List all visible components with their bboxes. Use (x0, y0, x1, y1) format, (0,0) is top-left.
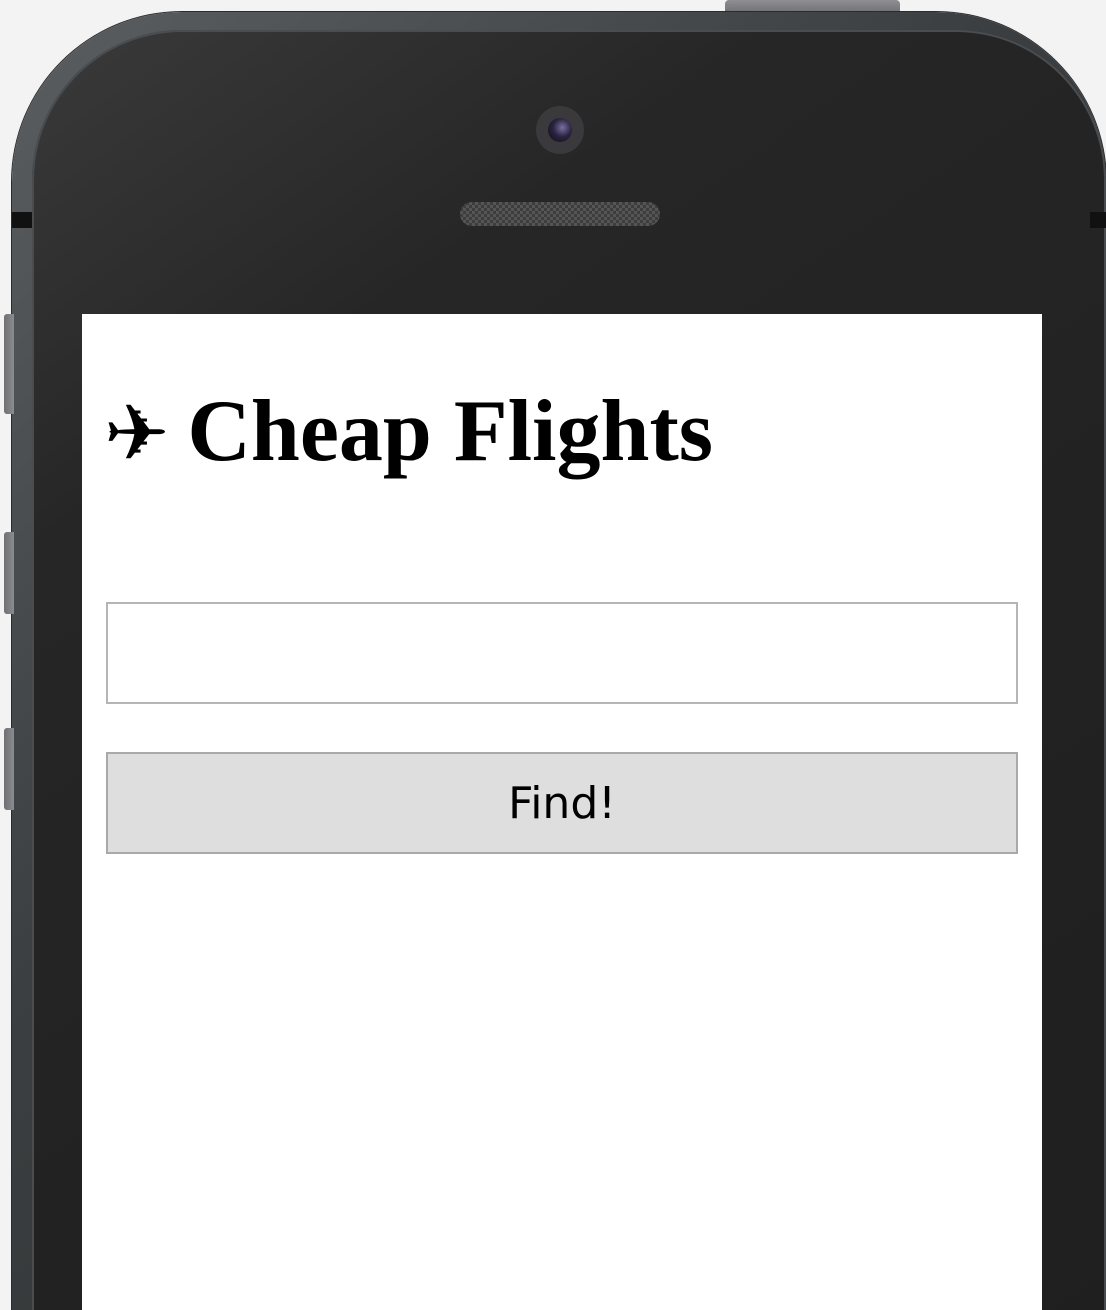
search-input[interactable] (106, 602, 1018, 704)
airplane-icon: ✈ (104, 389, 170, 479)
earpiece-speaker (460, 202, 660, 226)
page-title: ✈ Cheap Flights (104, 382, 713, 484)
front-camera (536, 106, 584, 154)
page-title-text: Cheap Flights (187, 383, 713, 480)
antenna-band-right (1090, 212, 1106, 228)
antenna-band-left (12, 212, 32, 228)
volume-down-button (4, 728, 14, 810)
mute-switch (4, 314, 14, 414)
device-frame: ✈ Cheap Flights Find! (0, 0, 1106, 1310)
volume-up-button (4, 532, 14, 614)
find-button[interactable]: Find! (106, 752, 1018, 854)
app-screen: ✈ Cheap Flights Find! (82, 314, 1042, 1310)
